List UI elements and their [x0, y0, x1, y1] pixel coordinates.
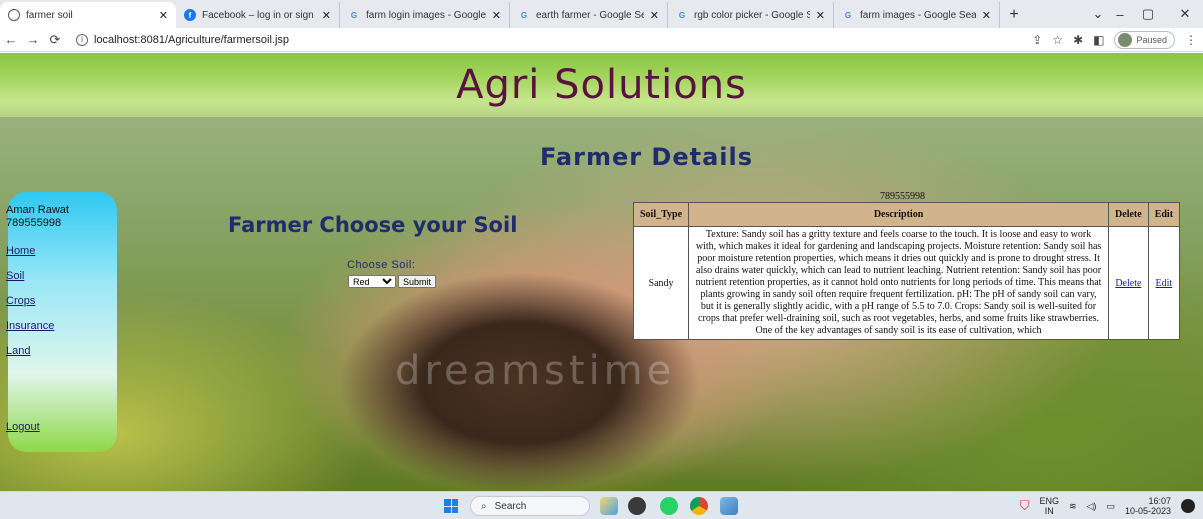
delete-cell: Delete [1108, 226, 1149, 340]
tab-title: farmer soil [26, 9, 73, 21]
soil-type-cell: Sandy [632, 226, 690, 340]
close-tab-icon[interactable]: ✕ [492, 9, 501, 22]
table-header-row: Soil_Type Description Delete Edit [632, 202, 1181, 227]
close-window-button[interactable]: ✕ [1165, 0, 1203, 28]
close-tab-icon[interactable]: ✕ [159, 9, 168, 22]
sidebar-link-home[interactable]: Home [6, 245, 117, 257]
sidebar-link-insurance[interactable]: Insurance [6, 320, 117, 332]
site-title: Agri Solutions [456, 62, 747, 108]
sidepanel-icon[interactable]: ◧ [1093, 33, 1104, 47]
extensions-icon[interactable]: ✱ [1073, 33, 1083, 47]
whatsapp-icon[interactable] [660, 497, 678, 515]
windows-start-icon[interactable] [444, 499, 458, 513]
back-button[interactable]: ← [0, 32, 22, 47]
column-header: Delete [1108, 202, 1149, 227]
site-info-icon[interactable]: i [76, 33, 88, 46]
google-icon: G [678, 10, 686, 20]
app-icon[interactable] [720, 497, 738, 515]
search-icon: ⌕ [481, 500, 487, 512]
menu-kebab-icon[interactable]: ⋮ [1185, 33, 1197, 47]
tab-farm-login-images[interactable]: G farm login images - Google ✕ [340, 2, 510, 28]
close-tab-icon[interactable]: ✕ [982, 9, 991, 22]
time-text: 16:07 [1148, 496, 1171, 506]
google-icon: G [350, 10, 358, 20]
tab-farmer-soil[interactable]: farmer soil ✕ [0, 2, 176, 28]
wifi-icon[interactable]: ≋ [1069, 501, 1077, 512]
security-shield-icon[interactable]: ⛉ [1020, 498, 1030, 514]
clock[interactable]: 16:07 10-05-2023 [1125, 496, 1171, 516]
column-header: Edit [1147, 202, 1181, 227]
close-tab-icon[interactable]: ✕ [816, 9, 825, 22]
choose-soil-label: Choose Soil: [347, 259, 416, 271]
tab-title: farm login images - Google [366, 9, 486, 21]
camera-app-icon[interactable] [628, 497, 646, 515]
tab-rgb-color-picker[interactable]: G rgb color picker - Google S ✕ [668, 2, 834, 28]
language-code: ENG [1039, 496, 1059, 506]
tab-title: Facebook – log in or sign up [202, 9, 316, 21]
globe-icon [8, 9, 20, 21]
sidebar-link-soil[interactable]: Soil [6, 270, 117, 282]
profile-button[interactable]: Paused [1114, 31, 1175, 49]
profile-status: Paused [1136, 35, 1167, 45]
facebook-icon: f [184, 9, 196, 21]
choose-soil-title: Farmer Choose your Soil [228, 213, 518, 237]
avatar [1118, 33, 1133, 47]
share-icon[interactable]: ⇪ [1032, 33, 1042, 47]
page-viewport: Agri Solutions Farmer Details dreamstime… [0, 53, 1203, 491]
site-banner: Agri Solutions [0, 53, 1203, 117]
user-phone: 789555998 [6, 217, 62, 229]
edit-link[interactable]: Edit [1156, 278, 1173, 289]
region-code: IN [1044, 506, 1054, 516]
taskbar-search[interactable]: ⌕ Search [470, 496, 590, 516]
watermark: dreamstime [395, 348, 676, 394]
tab-title: farm images - Google Search [860, 9, 976, 21]
toolbar-right: ⇪ ☆ ✱ ◧ Paused ⋮ [1032, 28, 1197, 52]
table-row: Sandy Texture: Sandy soil has a gritty t… [632, 226, 1181, 340]
tab-title: rgb color picker - Google S [694, 9, 810, 21]
tab-facebook[interactable]: f Facebook – log in or sign up ✕ [176, 2, 340, 28]
section-title: Farmer Details [539, 143, 754, 171]
tab-earth-farmer[interactable]: G earth farmer - Google Search ✕ [510, 2, 668, 28]
tab-farm-images[interactable]: G farm images - Google Search ✕ [834, 2, 1000, 28]
close-tab-icon[interactable]: ✕ [322, 9, 331, 22]
tab-title: earth farmer - Google Search [536, 9, 644, 21]
column-header: Description [688, 202, 1110, 227]
volume-icon[interactable]: ◁) [1087, 501, 1097, 512]
tab-strip: farmer soil ✕ f Facebook – log in or sig… [0, 0, 1203, 28]
soil-table: Soil_Type Description Delete Edit Sandy … [632, 202, 1181, 340]
column-header: Soil_Type [632, 202, 690, 227]
delete-link[interactable]: Delete [1115, 278, 1141, 289]
language-indicator[interactable]: ENG IN [1039, 496, 1059, 516]
url-text: localhost:8081/Agriculture/farmersoil.js… [94, 33, 290, 46]
user-name: Aman Rawat [6, 204, 69, 216]
date-text: 10-05-2023 [1124, 506, 1171, 516]
notification-icon[interactable] [1181, 499, 1195, 513]
soil-select[interactable]: Red [348, 275, 396, 288]
system-tray: ⛉ ENG IN ≋ ◁) ▭ 16:07 10-05-2023 [1020, 492, 1195, 519]
logout-link[interactable]: Logout [6, 421, 117, 433]
search-placeholder: Search [494, 500, 527, 512]
table-caption: 789555998 [880, 191, 925, 202]
taskbar: ⌕ Search ⛉ ENG IN ≋ ◁) ▭ 16:07 10-05-202… [0, 491, 1203, 519]
sidebar: Aman Rawat 789555998 Home Soil Crops Ins… [6, 192, 117, 452]
battery-icon[interactable]: ▭ [1106, 501, 1115, 512]
bookmark-star-icon[interactable]: ☆ [1052, 33, 1063, 47]
google-icon: G [844, 10, 852, 20]
new-tab-button[interactable]: + [1000, 2, 1028, 28]
forward-button[interactable]: → [22, 32, 44, 47]
url-bar[interactable]: i localhost:8081/Agriculture/farmersoil.… [76, 33, 290, 46]
close-tab-icon[interactable]: ✕ [650, 9, 659, 22]
maximize-button[interactable]: ▢ [1128, 0, 1168, 28]
sidebar-link-land[interactable]: Land [6, 345, 117, 357]
choose-soil-form: Red Submit [348, 275, 437, 288]
google-icon: G [520, 10, 528, 20]
widgets-icon[interactable] [600, 497, 618, 515]
sidebar-link-crops[interactable]: Crops [6, 295, 117, 307]
chrome-icon[interactable] [690, 497, 708, 515]
reload-button[interactable]: ⟳ [44, 32, 66, 48]
address-row: ← → ⟳ i localhost:8081/Agriculture/farme… [0, 28, 1203, 52]
submit-button[interactable]: Submit [398, 275, 437, 288]
description-cell: Texture: Sandy soil has a gritty texture… [688, 226, 1110, 340]
edit-cell: Edit [1147, 226, 1181, 340]
